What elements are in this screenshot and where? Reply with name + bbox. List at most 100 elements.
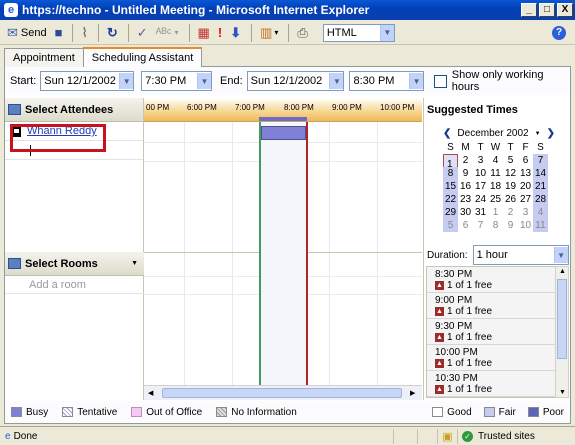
calendar-day[interactable]: 31	[473, 206, 488, 219]
start-time-select[interactable]: 7:30 PM ▼	[141, 71, 213, 91]
help-button[interactable]: ?	[549, 23, 569, 43]
duration-select[interactable]: 1 hour ▼	[472, 245, 569, 265]
calendar-day[interactable]: 27	[518, 193, 533, 206]
meeting-end-line[interactable]	[306, 122, 308, 385]
spelling-button[interactable]: ᴬᴮᶜ ▾	[153, 23, 182, 43]
status-pane	[417, 428, 437, 444]
availability: ▲ 1 of 1 free	[435, 332, 556, 343]
calendar-day[interactable]: 26	[503, 193, 518, 206]
calendar-day[interactable]: 3	[473, 154, 488, 167]
calendar-day[interactable]: 30	[458, 206, 473, 219]
suggested-time-item[interactable]: 10:30 PM ▲ 1 of 1 free	[427, 371, 556, 397]
categories-button[interactable]: ▥ ▾	[257, 23, 281, 43]
availability: ▲ 1 of 1 free	[435, 358, 556, 369]
add-room-input[interactable]: Add a room	[5, 276, 144, 294]
print-button[interactable]: ⎙	[294, 23, 310, 43]
delete-button[interactable]: ▦	[195, 23, 213, 43]
suggested-time-item[interactable]: 9:00 PM ▲ 1 of 1 free	[427, 293, 556, 319]
availability-text: 1 of 1 free	[447, 384, 493, 395]
calendar-day[interactable]: 14	[533, 167, 548, 180]
scroll-thumb[interactable]	[162, 388, 402, 398]
calendar-day[interactable]: 13	[518, 167, 533, 180]
calendar-day[interactable]: 10	[518, 219, 533, 232]
calendar-day[interactable]: 1	[488, 206, 503, 219]
calendar-day[interactable]: 23	[458, 193, 473, 206]
high-importance-button[interactable]: !	[215, 23, 225, 43]
calendar-day[interactable]: 24	[473, 193, 488, 206]
month-label[interactable]: December 2002	[457, 128, 528, 139]
calendar-day[interactable]: 4	[488, 154, 503, 167]
chevron-down-icon[interactable]: ▼	[535, 131, 541, 137]
calendar-day[interactable]: 25	[488, 193, 503, 206]
next-month-icon[interactable]: ❯	[547, 128, 555, 139]
suggested-time-item[interactable]: 9:30 PM ▲ 1 of 1 free	[427, 319, 556, 345]
scroll-up-icon[interactable]: ▲	[559, 268, 566, 275]
out-of-office-swatch	[131, 407, 143, 417]
calendar-day[interactable]: 2	[503, 206, 518, 219]
suggested-time-item[interactable]: 8:30 PM ▲ 1 of 1 free	[427, 267, 556, 293]
calendar-day[interactable]: 10	[473, 167, 488, 180]
tab-scheduling-assistant[interactable]: Scheduling Assistant	[82, 47, 203, 67]
calendar-day[interactable]: 9	[503, 219, 518, 232]
calendar-day[interactable]: 6	[458, 219, 473, 232]
save-button[interactable]: ■	[52, 23, 66, 43]
calendar-day[interactable]: 20	[518, 180, 533, 193]
scroll-left-icon[interactable]: ◀	[148, 389, 153, 397]
meeting-start-line[interactable]	[259, 122, 261, 385]
recurrence-button[interactable]: ↻	[104, 23, 121, 43]
calendar-day[interactable]: 16	[458, 180, 473, 193]
mini-calendar[interactable]: ❮ December 2002 ▼ ❯ S M T W T F S 1 2 3 4 5 6 7 8 9 10 11…	[443, 128, 555, 232]
working-hours-checkbox[interactable]	[434, 74, 447, 88]
minimize-button[interactable]: _	[521, 3, 537, 17]
calendar-day[interactable]: 19	[503, 180, 518, 193]
attach-button[interactable]: ⌇	[78, 23, 90, 43]
scroll-thumb[interactable]	[557, 279, 567, 359]
toolbar-separator	[188, 23, 190, 42]
end-time-select[interactable]: 8:30 PM ▼	[349, 71, 425, 91]
low-importance-button[interactable]: ⬇	[227, 23, 244, 43]
start-date-select[interactable]: Sun 12/1/2002 ▼	[40, 71, 135, 91]
calendar-day[interactable]: 3	[518, 206, 533, 219]
calendar-day[interactable]: 7	[473, 219, 488, 232]
check-names-button[interactable]: ✓	[134, 23, 151, 43]
calendar-day[interactable]: 8	[488, 219, 503, 232]
suggested-time-item[interactable]: 10:00 PM ▲ 1 of 1 free	[427, 345, 556, 371]
calendar-day[interactable]: 28	[533, 193, 548, 206]
calendar-day[interactable]: 22	[443, 193, 458, 206]
toolbar-separator	[288, 23, 290, 42]
calendar-day[interactable]: 11	[533, 219, 548, 232]
prev-month-icon[interactable]: ❮	[443, 128, 451, 139]
maximize-button[interactable]: □	[539, 3, 555, 17]
calendar-day[interactable]: 4	[533, 206, 548, 219]
end-date-select[interactable]: Sun 12/1/2002 ▼	[246, 71, 345, 91]
free-busy-grid[interactable]: 00 PM 6:00 PM 7:00 PM 8:00 PM 9:00 PM 10…	[144, 98, 422, 400]
calendar-day[interactable]: 12	[503, 167, 518, 180]
calendar-day[interactable]: 9	[458, 167, 473, 180]
close-button[interactable]: X	[557, 3, 573, 17]
format-select[interactable]: HTML ▼	[322, 23, 395, 42]
calendar-day[interactable]: 7	[533, 154, 548, 167]
send-button[interactable]: ✉ Send	[4, 23, 50, 43]
calendar-day[interactable]: 5	[503, 154, 518, 167]
scroll-down-icon[interactable]: ▼	[559, 389, 566, 396]
calendar-day[interactable]: 29	[443, 206, 458, 219]
calendar-day[interactable]: 11	[488, 167, 503, 180]
calendar-day[interactable]: 15	[443, 180, 458, 193]
calendar-day[interactable]: 2	[458, 154, 473, 167]
scroll-right-icon[interactable]: ▶	[410, 389, 415, 397]
calendar-day[interactable]: 5	[443, 219, 458, 232]
select-attendees-button[interactable]: Select Attendees	[5, 98, 143, 122]
calendar-day[interactable]: 21	[533, 180, 548, 193]
calendar-day[interactable]: 17	[473, 180, 488, 193]
calendar-day[interactable]: 18	[488, 180, 503, 193]
toolbar-separator	[127, 23, 129, 42]
list-scrollbar[interactable]: ▲ ▼	[555, 266, 569, 398]
tab-appointment[interactable]: Appointment	[4, 48, 84, 67]
select-rooms-button[interactable]: Select Rooms ▼	[5, 252, 144, 276]
legend-good: Good	[447, 406, 472, 418]
calendar-day[interactable]: 8	[443, 167, 458, 180]
attendee-free-icon: ▲	[435, 385, 444, 394]
legend-no-information: No Information	[231, 406, 297, 418]
calendar-day[interactable]: 6	[518, 154, 533, 167]
horizontal-scrollbar[interactable]: ◀ ▶	[144, 385, 422, 400]
